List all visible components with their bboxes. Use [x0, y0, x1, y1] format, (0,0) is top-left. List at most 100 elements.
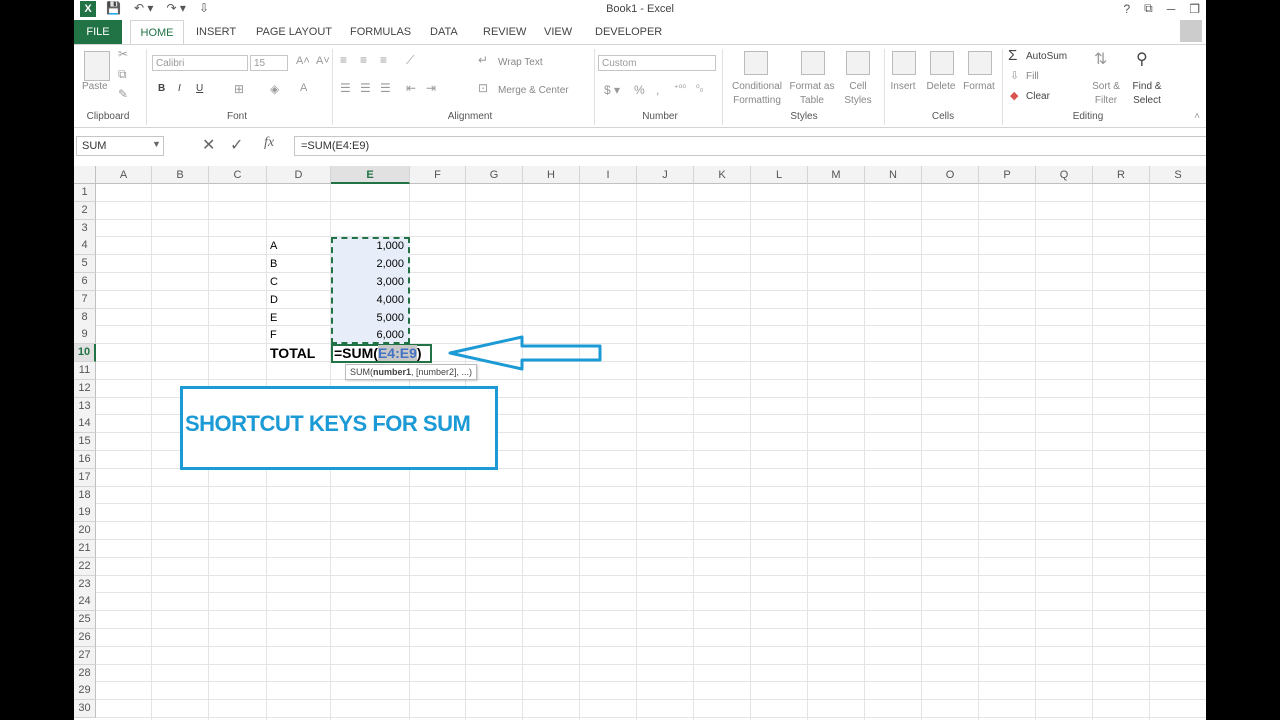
cell-styles-line2[interactable]: Styles [838, 95, 878, 106]
help-icon[interactable]: ? [1123, 2, 1130, 16]
column-header-n[interactable]: N [865, 166, 922, 184]
find-select-icon[interactable]: ⚲ [1136, 49, 1148, 69]
row-header-4[interactable]: 4 [74, 237, 96, 256]
row-header-17[interactable]: 17 [74, 468, 96, 487]
increase-decimal-icon[interactable]: ⁺⁰⁰ [674, 83, 686, 94]
column-header-d[interactable]: D [267, 166, 331, 184]
align-center-icon[interactable]: ☰ [360, 81, 371, 95]
row-header-18[interactable]: 18 [74, 486, 96, 505]
grow-font-icon[interactable]: A˄ [296, 55, 310, 67]
cell-value[interactable]: 6,000 [331, 326, 404, 344]
format-cells-icon[interactable] [968, 51, 992, 75]
autosum-button[interactable]: AutoSum [1026, 51, 1067, 62]
column-header-a[interactable]: A [96, 166, 152, 184]
tab-file[interactable]: FILE [74, 20, 122, 44]
find-select-line1[interactable]: Find & [1126, 81, 1168, 92]
bottom-align-icon[interactable]: ≡ [380, 53, 387, 67]
tab-data[interactable]: DATA [430, 20, 458, 44]
row-header-27[interactable]: 27 [74, 646, 96, 665]
tab-review[interactable]: REVIEW [483, 20, 526, 44]
row-header-14[interactable]: 14 [74, 415, 96, 434]
insert-cells-button[interactable]: Insert [886, 81, 920, 92]
row-header-23[interactable]: 23 [74, 575, 96, 594]
underline-button[interactable]: U [196, 83, 203, 94]
column-header-g[interactable]: G [466, 166, 523, 184]
tab-formulas[interactable]: FORMULAS [350, 20, 411, 44]
sort-filter-line1[interactable]: Sort & [1086, 81, 1126, 92]
paste-icon[interactable] [84, 51, 110, 81]
wrap-text-button[interactable]: Wrap Text [498, 57, 543, 68]
enter-entry-icon[interactable]: ✓ [230, 135, 243, 155]
column-header-j[interactable]: J [637, 166, 694, 184]
column-header-m[interactable]: M [808, 166, 865, 184]
cell-value[interactable]: 1,000 [331, 237, 404, 255]
decrease-indent-icon[interactable]: ⇤ [406, 81, 416, 95]
row-header-16[interactable]: 16 [74, 451, 96, 469]
autosum-icon[interactable]: Σ [1008, 47, 1017, 64]
fill-color-icon[interactable]: ◈ [270, 82, 279, 96]
cell-value[interactable]: 5,000 [331, 309, 404, 327]
row-header-25[interactable]: 25 [74, 611, 96, 630]
cell-edit-formula[interactable]: =SUM(E4:E9) [334, 344, 422, 362]
font-color-icon[interactable]: A [300, 82, 307, 94]
cell-value[interactable]: 4,000 [331, 291, 404, 309]
fill-icon[interactable]: ⇩ [1010, 69, 1019, 82]
format-cells-button[interactable]: Format [960, 81, 998, 92]
row-header-10[interactable]: 10 [74, 344, 96, 363]
column-header-r[interactable]: R [1093, 166, 1150, 184]
cell-label[interactable]: F [270, 326, 277, 344]
cut-icon[interactable]: ✂ [118, 47, 128, 61]
row-header-2[interactable]: 2 [74, 201, 96, 220]
column-header-s[interactable]: S [1150, 166, 1206, 184]
merge-center-button[interactable]: Merge & Center [498, 85, 569, 96]
minimize-icon[interactable]: ─ [1167, 2, 1176, 16]
align-left-icon[interactable]: ☰ [340, 81, 351, 95]
row-header-22[interactable]: 22 [74, 557, 96, 576]
total-label-cell[interactable]: TOTAL [270, 344, 315, 362]
conditional-formatting-line1[interactable]: Conditional [728, 81, 786, 92]
insert-function-icon[interactable]: fx [264, 135, 274, 151]
column-header-b[interactable]: B [152, 166, 209, 184]
copy-icon[interactable]: ⧉ [118, 67, 127, 82]
format-painter-icon[interactable]: ✎ [118, 87, 128, 101]
find-select-line2[interactable]: Select [1126, 95, 1168, 106]
column-header-f[interactable]: F [410, 166, 466, 184]
restore-icon[interactable]: ❐ [1189, 2, 1200, 16]
name-box[interactable]: SUM [76, 136, 164, 156]
cell-label[interactable]: E [270, 309, 277, 327]
clear-button[interactable]: Clear [1026, 91, 1050, 102]
row-header-26[interactable]: 26 [74, 629, 96, 647]
column-header-l[interactable]: L [751, 166, 808, 184]
delete-cells-icon[interactable] [930, 51, 954, 75]
row-header-7[interactable]: 7 [74, 290, 96, 309]
decrease-decimal-icon[interactable]: ⁰₀ [696, 83, 703, 94]
row-header-6[interactable]: 6 [74, 273, 96, 291]
comma-style-icon[interactable]: , [656, 83, 659, 97]
format-as-table-icon[interactable] [801, 51, 825, 75]
column-header-o[interactable]: O [922, 166, 979, 184]
row-header-19[interactable]: 19 [74, 504, 96, 523]
align-right-icon[interactable]: ☰ [380, 81, 391, 95]
select-all-corner[interactable] [74, 166, 96, 184]
worksheet-grid[interactable]: A B C D E F G H I J K L M N O P Q R S 1 2 3 4 5 6 7 8 9 10 11 12 13 14 15… [74, 166, 1206, 720]
bold-button[interactable]: B [158, 83, 165, 94]
top-align-icon[interactable]: ≡ [340, 53, 347, 67]
number-format-combo[interactable]: Custom [598, 55, 716, 71]
increase-indent-icon[interactable]: ⇥ [426, 81, 436, 95]
column-header-i[interactable]: I [580, 166, 637, 184]
tab-insert[interactable]: INSERT [196, 20, 236, 44]
row-header-12[interactable]: 12 [74, 379, 96, 398]
column-header-k[interactable]: K [694, 166, 751, 184]
column-header-p[interactable]: P [979, 166, 1036, 184]
row-header-5[interactable]: 5 [74, 255, 96, 274]
row-header-21[interactable]: 21 [74, 540, 96, 558]
middle-align-icon[interactable]: ≡ [360, 53, 367, 67]
column-header-e[interactable]: E [331, 166, 410, 184]
delete-cells-button[interactable]: Delete [922, 81, 960, 92]
orientation-icon[interactable]: ⟋ [406, 53, 414, 68]
percent-style-icon[interactable]: % [634, 83, 645, 97]
column-header-c[interactable]: C [209, 166, 267, 184]
wrap-text-icon[interactable]: ↵ [478, 53, 488, 67]
format-as-table-line2[interactable]: Table [786, 95, 838, 106]
conditional-formatting-line2[interactable]: Formatting [728, 95, 786, 106]
